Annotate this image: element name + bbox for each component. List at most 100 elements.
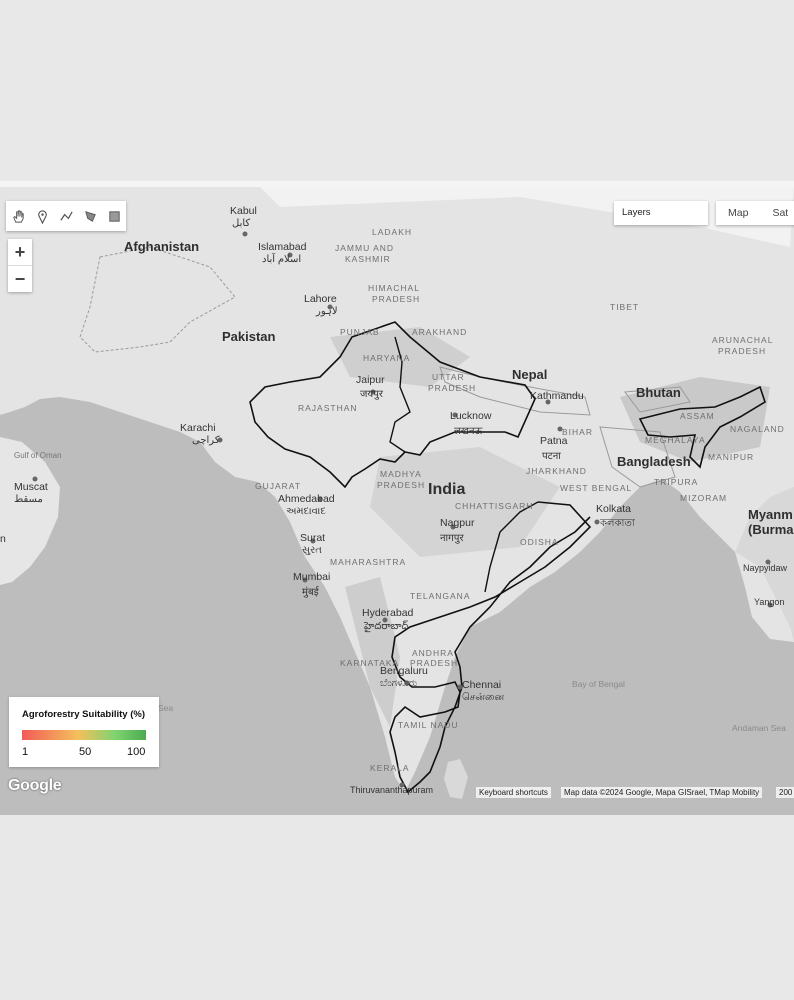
label-uttarakhand: ARAKHAND (412, 327, 468, 337)
label-kolkata-script: কলকাতা (600, 518, 635, 529)
label-odisha: ODISHA (520, 537, 559, 547)
zoom-control: + − (8, 239, 32, 292)
label-bhutan: Bhutan (636, 385, 681, 400)
label-bengaluru: Bengaluru (380, 665, 428, 677)
label-arunachal1: ARUNACHAL (712, 335, 774, 345)
legend-tick-min: 1 (22, 746, 29, 758)
label-maharashtra: MAHARASHTRA (330, 557, 407, 567)
polygon-icon[interactable] (81, 207, 99, 225)
label-chennai-script: சென்னை (462, 692, 505, 703)
label-ahmedabad: Ahmedabad (278, 493, 335, 505)
label-chhattisgarh: CHHATTISGARH (455, 501, 534, 511)
label-afghanistan: Afghanistan (124, 239, 200, 254)
label-arunachal2: PRADESH (718, 346, 767, 356)
label-muscat-script: مسقط (14, 494, 43, 505)
label-kabul-script: کابل (232, 218, 251, 229)
google-logo: Google (8, 777, 62, 794)
label-up1: UTTAR (432, 372, 465, 382)
label-manipur: MANIPUR (708, 452, 755, 462)
label-lahore-script: لاہور (316, 306, 338, 317)
label-telangana: TELANGANA (410, 591, 471, 601)
label-chennai: Chennai (462, 679, 502, 691)
label-islamabad: Islamabad (258, 241, 307, 253)
label-up2: PRADESH (428, 383, 477, 393)
label-tripura: TRIPURA (654, 477, 699, 487)
label-tibet: TIBET (610, 302, 640, 312)
layers-button[interactable]: Layers (614, 201, 708, 225)
label-muscat: Muscat (14, 481, 48, 493)
label-hyderabad: Hyderabad (362, 607, 414, 619)
label-meghalaya: MEGHALAYA (645, 435, 706, 445)
zoom-out-button[interactable]: − (8, 266, 32, 292)
label-jk1: JAMMU AND (335, 243, 395, 253)
label-kerala: KERALA (370, 763, 410, 773)
label-jk2: KASHMIR (345, 254, 391, 264)
label-lucknow-script: लखनऊ (454, 426, 483, 437)
label-surat: Surat (300, 532, 326, 544)
label-mp2: PRADESH (377, 480, 426, 490)
label-bangladesh: Bangladesh (617, 454, 691, 469)
label-haryana: HARYANA (363, 353, 411, 363)
rectangle-icon[interactable] (105, 207, 123, 225)
label-bengaluru-script: ಬೆಂಗಳೂರು (380, 678, 418, 689)
marker-icon[interactable] (33, 207, 51, 225)
label-hp1: HIMACHAL (368, 283, 420, 293)
label-hyderabad-script: హైదరాబాద్ (364, 621, 409, 632)
legend-color-ramp (22, 730, 146, 740)
label-thiruvananthapuram: Thiruvananthapuram (350, 785, 434, 795)
zoom-in-button[interactable]: + (8, 239, 32, 265)
label-nagaland: NAGALAND (730, 424, 785, 434)
hand-icon[interactable] (9, 207, 27, 225)
label-india: India (428, 481, 466, 498)
label-kabul: Kabul (230, 205, 257, 217)
label-rajasthan: RAJASTHAN (298, 403, 358, 413)
label-nepal: Nepal (512, 367, 548, 382)
label-nagpur: Nagpur (440, 517, 475, 529)
label-patna-script: पटना (542, 451, 561, 462)
label-sea: Sea (158, 703, 174, 713)
label-ap1: ANDHRA (412, 648, 454, 658)
drawing-toolbar (6, 201, 126, 231)
label-kathmandu: Kathmandu (530, 390, 584, 402)
label-edge-n: n (0, 533, 6, 545)
label-mumbai-script: मुंबई (302, 587, 319, 598)
map-type-map[interactable]: Map (716, 201, 760, 225)
label-assam: ASSAM (680, 411, 715, 421)
label-karachi-script: کراچی (192, 435, 220, 446)
label-mp1: MADHYA (380, 469, 422, 479)
map-type-control: Map Sat (716, 201, 794, 225)
legend-tick-mid: 50 (79, 746, 92, 758)
label-ladakh: LADAKH (372, 227, 413, 237)
label-bay-of-bengal: Bay of Bengal (572, 679, 625, 689)
map-view[interactable]: Afghanistan Pakistan Nepal Bhutan Bangla… (0, 181, 794, 815)
map-type-satellite[interactable]: Sat (760, 201, 794, 225)
scale-text: 200 (776, 787, 794, 798)
label-lucknow: Lucknow (450, 410, 492, 422)
polyline-icon[interactable] (57, 207, 75, 225)
label-tamilnadu: TAMIL NADU (398, 720, 459, 730)
label-hp2: PRADESH (372, 294, 421, 304)
label-jaipur-script: जयपुर (360, 389, 383, 400)
label-pakistan: Pakistan (222, 329, 276, 344)
label-punjab: PUNJAB (340, 327, 380, 337)
label-andaman-sea: Andaman Sea (732, 723, 786, 733)
label-patna: Patna (540, 435, 568, 447)
label-jaipur: Jaipur (356, 374, 385, 386)
label-gujarat: GUJARAT (255, 481, 302, 491)
label-jharkhand: JHARKHAND (526, 466, 587, 476)
label-karachi: Karachi (180, 422, 216, 434)
map-attribution: Map data ©2024 Google, Mapa GISrael, TMa… (561, 787, 763, 798)
legend-tick-max: 100 (127, 746, 146, 758)
label-lahore: Lahore (304, 293, 337, 305)
label-islamabad-script: اسلام آباد (262, 254, 302, 265)
label-kolkata: Kolkata (596, 503, 632, 515)
legend-panel: Agroforestry Suitability (%) 1 50 100 (9, 697, 159, 767)
label-mumbai: Mumbai (293, 571, 331, 583)
label-surat-script: સુરત (302, 545, 322, 556)
label-nagpur-script: नागपुर (440, 533, 464, 544)
label-yangon: Yangon (754, 597, 785, 607)
label-naypyidaw: Naypyidaw (743, 563, 788, 573)
legend-title: Agroforestry Suitability (%) (22, 709, 145, 720)
label-gulf-of-oman: Gulf of Oman (14, 451, 62, 460)
keyboard-shortcuts-link[interactable]: Keyboard shortcuts (476, 787, 551, 798)
